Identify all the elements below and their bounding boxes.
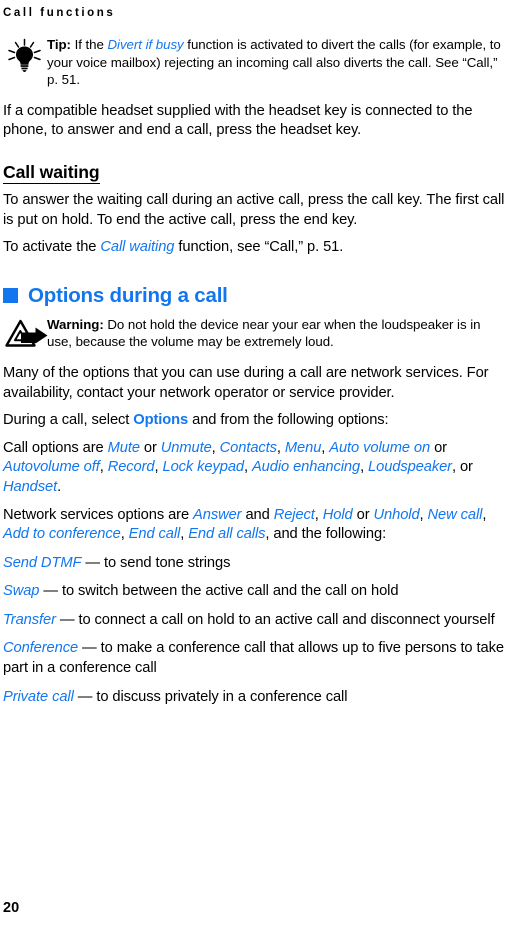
call-options-terminator: .	[57, 478, 62, 495]
definition-dash: —	[39, 583, 62, 600]
call-option-mute[interactable]: Mute	[108, 440, 140, 456]
tip-text: Tip: If the Divert if busy function is a…	[47, 36, 508, 89]
definition-item: Send DTMF — to send tone strings	[3, 554, 508, 574]
sep-or-2: or	[430, 439, 447, 456]
sep-or-3: , or	[451, 459, 473, 476]
headset-paragraph: If a compatible headset supplied with th…	[3, 102, 473, 139]
page-number: 20	[3, 900, 20, 916]
definition-text: to switch between the active call and th…	[61, 583, 399, 600]
network-option-end-all-calls[interactable]: End all calls	[188, 526, 265, 542]
sep-n1: ,	[314, 506, 323, 523]
definition-item: Transfer — to connect a call on hold to …	[3, 611, 508, 631]
options-menu-label[interactable]: Options	[133, 412, 188, 428]
definition-dash: —	[73, 688, 97, 705]
network-option-answer[interactable]: Answer	[193, 507, 242, 523]
during-call-paragraph: During a call, select Options and from t…	[3, 411, 508, 431]
square-bullet-icon	[3, 288, 18, 304]
network-options-suffix: , and the following:	[265, 526, 387, 543]
call-option-unmute[interactable]: Unmute	[161, 440, 212, 456]
warning-text: Warning: Do not hold the device near you…	[47, 316, 508, 351]
call-option-lock-keypad[interactable]: Lock keypad	[163, 459, 245, 475]
tip-text-before: If the	[70, 37, 108, 52]
sep-c7: ,	[360, 459, 369, 476]
sep-c1: ,	[211, 439, 220, 456]
sep-or-1: or	[139, 439, 161, 456]
sep-n3: ,	[482, 506, 487, 523]
cw2-before: To activate the	[3, 239, 101, 256]
definition-dash: —	[55, 611, 79, 628]
definition-item: Private call — to discuss privately in a…	[3, 688, 508, 708]
during-call-after: and from the following options:	[188, 412, 389, 429]
network-option-hold[interactable]: Hold	[323, 507, 353, 523]
network-option-add-to-conference[interactable]: Add to conference	[3, 526, 121, 542]
network-services-note: Many of the options that you can use dur…	[3, 364, 489, 401]
definition-item: Conference — to make a conference call t…	[3, 639, 508, 678]
call-options-paragraph: Call options are Mute or Unmute, Contact…	[3, 439, 508, 498]
warning-body: Do not hold the device near your ear whe…	[47, 316, 481, 350]
call-waiting-heading: Call waiting	[3, 161, 100, 184]
tip-label: Tip:	[47, 37, 71, 52]
call-waiting-paragraph-2: To activate the Call waiting function, s…	[3, 238, 508, 258]
network-option-unhold[interactable]: Unhold	[374, 507, 420, 523]
definition-term-conference[interactable]: Conference	[3, 640, 78, 656]
definition-term-send-dtmf[interactable]: Send DTMF	[3, 555, 81, 571]
call-option-auto-volume-on[interactable]: Auto volume on	[329, 440, 430, 456]
document-page: Call functions Tip: If the Divert if bus…	[0, 0, 517, 925]
network-option-reject[interactable]: Reject	[274, 507, 315, 523]
cw2-term: Call waiting	[100, 239, 175, 256]
call-option-record[interactable]: Record	[108, 459, 155, 475]
warning-triangle-arrow-icon	[5, 318, 48, 352]
lightbulb-icon	[5, 38, 45, 72]
call-options-prefix: Call options are	[3, 439, 108, 456]
definition-text: to connect a call on hold to an active c…	[78, 611, 495, 628]
definition-dash: —	[81, 554, 104, 571]
options-section-heading: Options during a call	[28, 283, 228, 307]
definition-term-transfer[interactable]: Transfer	[3, 612, 56, 628]
option-definitions-list: Send DTMF — to send tone strings Swap — …	[3, 554, 508, 708]
sep-c4: ,	[99, 459, 108, 476]
warning-note: Warning: Do not hold the device near you…	[3, 316, 508, 351]
network-option-new-call[interactable]: New call	[428, 507, 483, 523]
call-option-audio-enhancing[interactable]: Audio enhancing	[252, 459, 360, 475]
during-call-before: During a call, select	[3, 412, 134, 429]
warning-label: Warning:	[47, 316, 104, 332]
call-option-loudspeaker[interactable]: Loudspeaker	[368, 459, 452, 475]
sep-and: and	[241, 506, 274, 523]
sep-n-or: or	[352, 506, 374, 523]
definition-term-swap[interactable]: Swap	[3, 583, 39, 599]
running-header: Call functions	[3, 7, 116, 19]
call-option-autovolume-off[interactable]: Autovolume off	[3, 459, 100, 475]
definition-text: to discuss privately in a conference cal…	[96, 688, 348, 705]
tip-note: Tip: If the Divert if busy function is a…	[3, 36, 508, 89]
sep-n2: ,	[419, 506, 428, 523]
call-option-menu[interactable]: Menu	[285, 440, 321, 456]
sep-c5: ,	[154, 459, 163, 476]
call-waiting-heading-wrap: Call waiting	[3, 161, 508, 184]
tip-term: Divert if busy	[107, 37, 184, 52]
network-options-paragraph: Network services options are Answer and …	[3, 506, 508, 545]
call-option-handset[interactable]: Handset	[3, 479, 57, 495]
page-content: Call functions Tip: If the Divert if bus…	[3, 0, 508, 707]
definition-item: Swap — to switch between the active call…	[3, 582, 508, 602]
sep-c2: ,	[276, 439, 285, 456]
definition-dash: —	[78, 640, 101, 657]
network-option-end-call[interactable]: End call	[129, 526, 181, 542]
network-options-prefix: Network services options are	[3, 506, 194, 523]
definition-text: to send tone strings	[103, 554, 231, 571]
sep-n4: ,	[120, 526, 129, 543]
definition-term-private-call[interactable]: Private call	[3, 689, 74, 705]
cw2-after: function, see “Call,” p. 51.	[174, 239, 344, 256]
options-section-heading-wrap: Options during a call	[3, 284, 508, 308]
sep-n5: ,	[180, 526, 189, 543]
call-waiting-paragraph-1: To answer the waiting call during an act…	[3, 191, 505, 228]
call-option-contacts[interactable]: Contacts	[220, 440, 277, 456]
sep-c6: ,	[243, 459, 252, 476]
